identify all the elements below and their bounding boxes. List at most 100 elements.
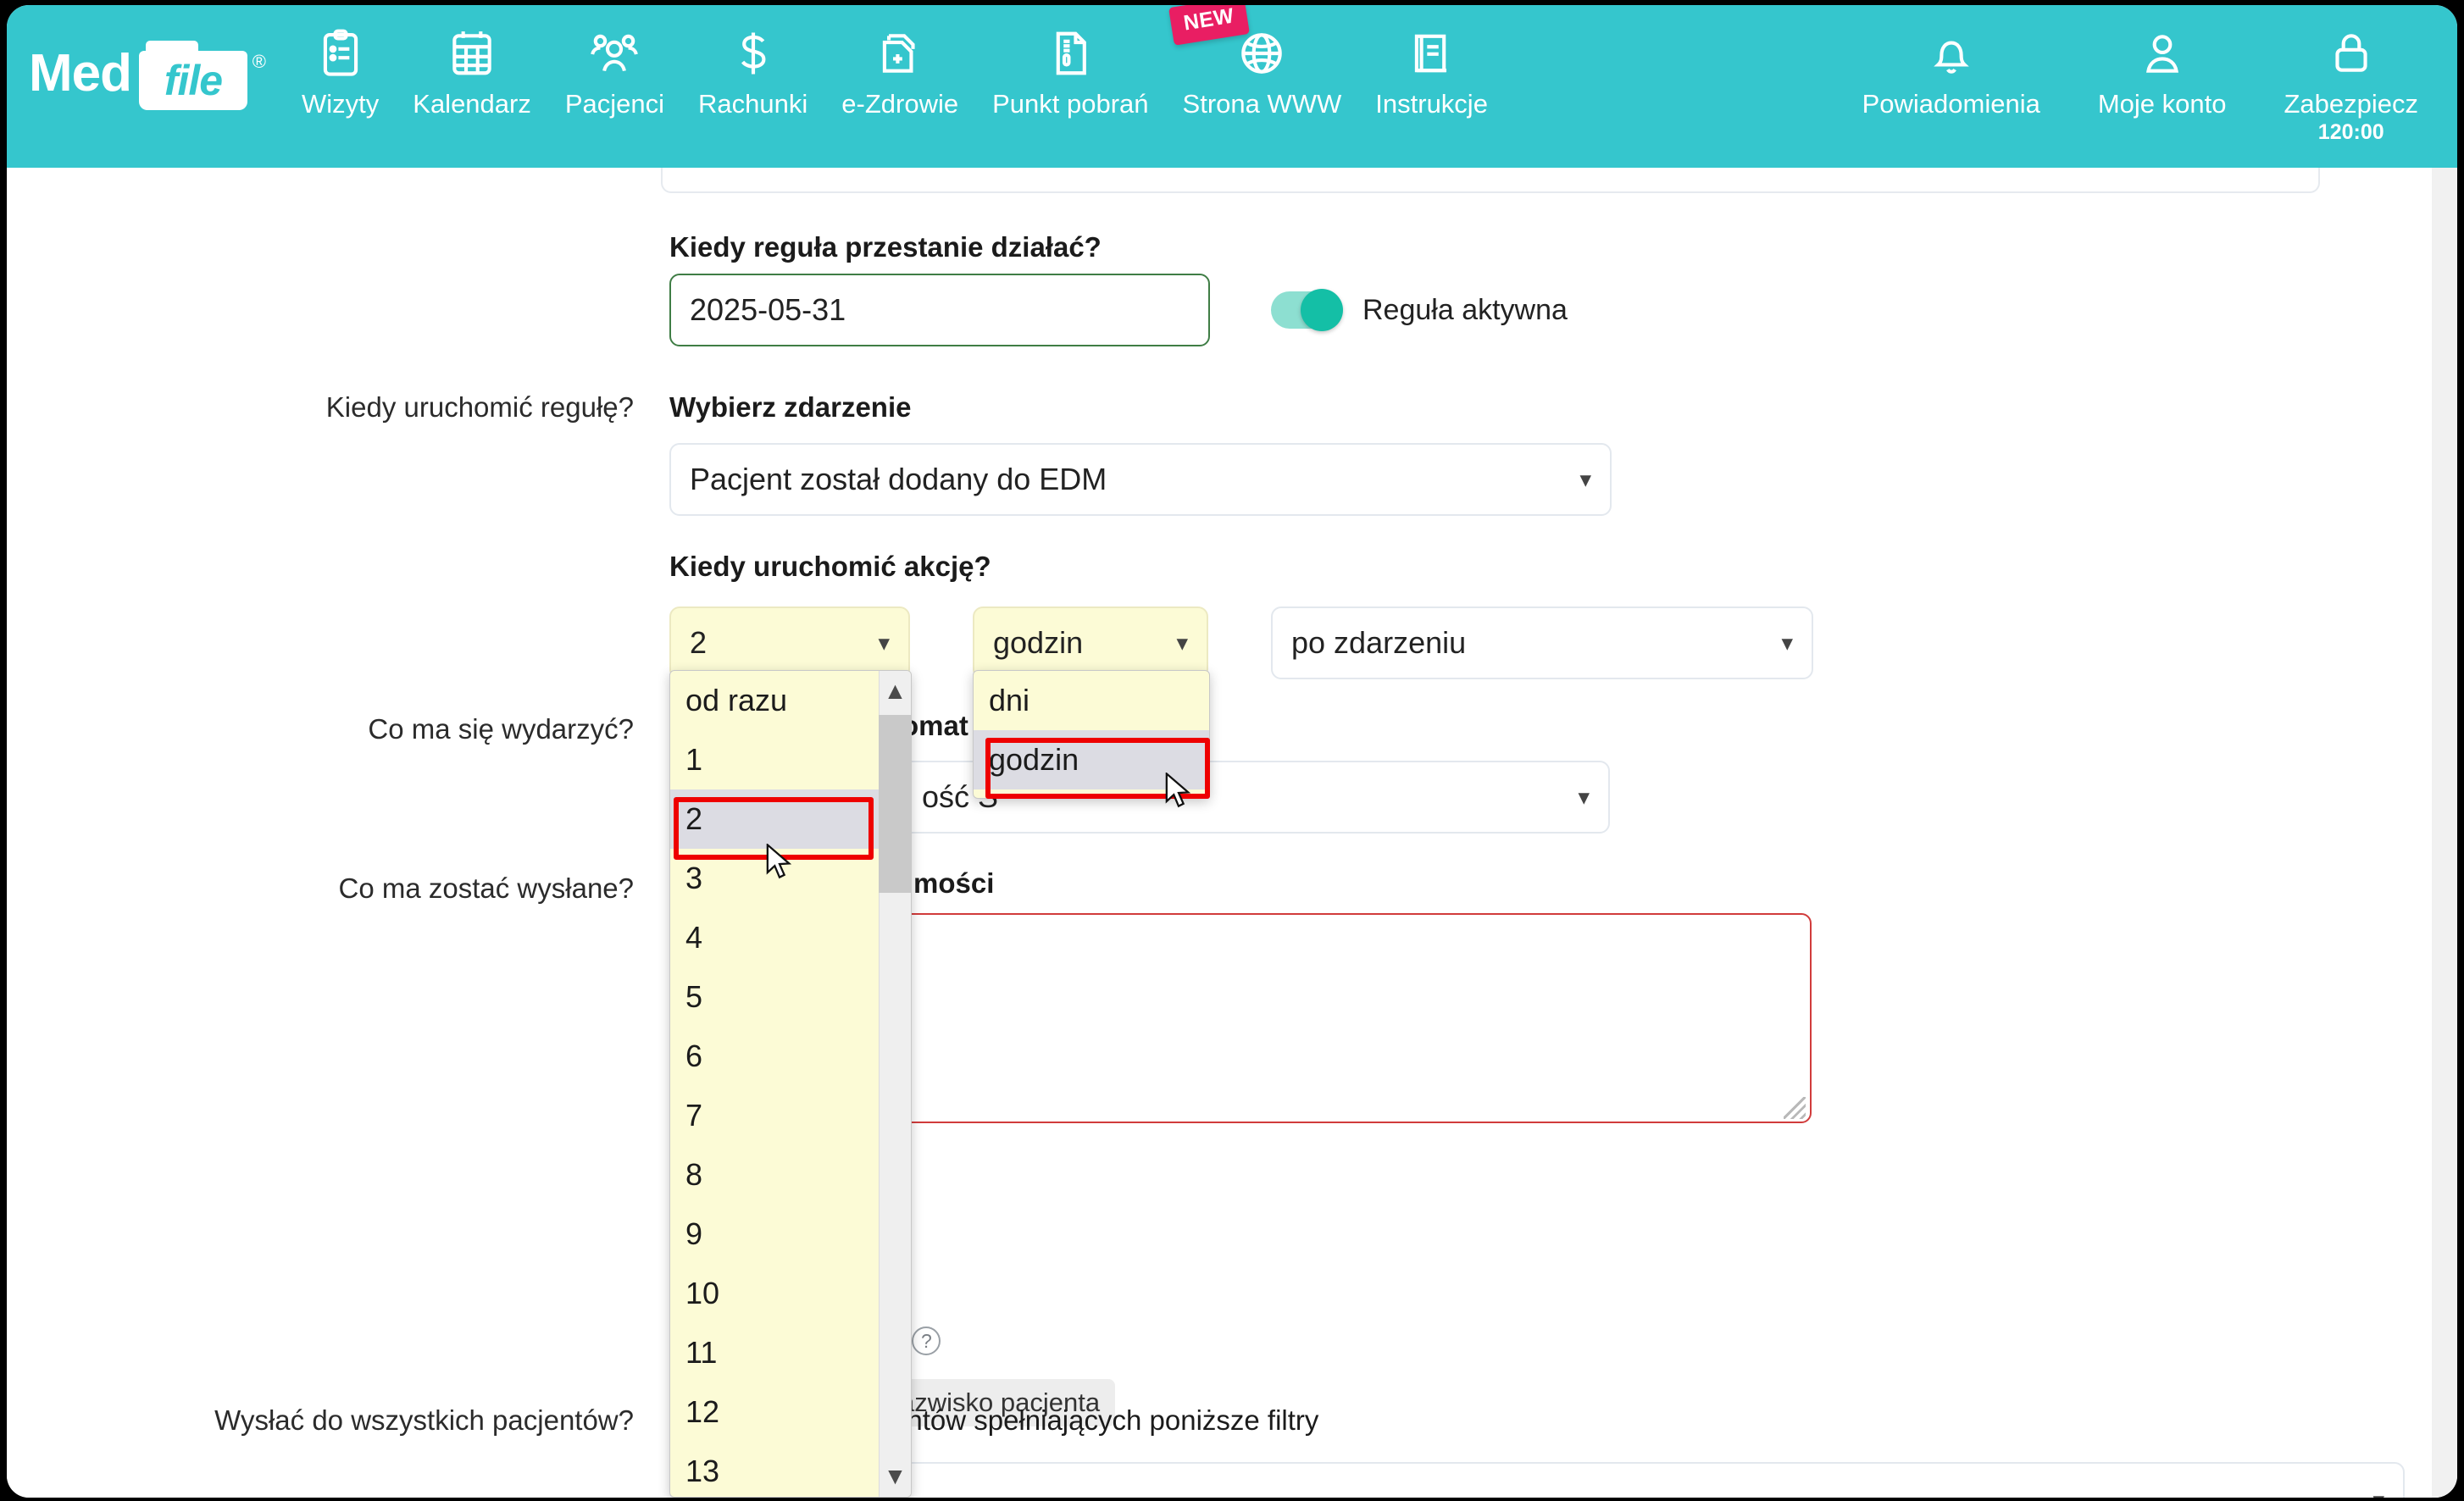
side-label-what-happens: Co ma się wydarzyć? [368,713,634,745]
book-icon [1406,27,1458,80]
browser-page: Med file ® Wizyty Kalendarz Pacjenci Rac… [7,5,2457,1498]
logo-registered-mark: ® [252,51,266,72]
mouse-cursor-unit [1164,771,1193,811]
nav-items: Wizyty Kalendarz Pacjenci Rachunki e-Zdr… [285,5,1834,168]
user-icon [2136,27,2189,80]
dropdown-options: od razu 1 2 3 4 5 6 7 8 9 10 11 12 13 [670,671,911,1497]
dropdown-option[interactable]: 9 [670,1205,911,1264]
chevron-down-icon: ▾ [878,629,890,656]
dropdown-option[interactable]: 4 [670,908,911,967]
action-amount-value: 2 [690,625,708,660]
nav-label: Pacjenci [564,89,665,119]
dropdown-options: dni godzin [974,671,1209,789]
logo-text-med: Med [29,44,132,102]
nav-item-strona-www[interactable]: NEW Strona WWW [1166,5,1359,119]
action-relation-value: po zdarzeniu [1291,625,1467,660]
nav-item-punkt-pobran[interactable]: Punkt pobrań [975,5,1165,119]
nav-item-rachunki[interactable]: Rachunki [681,5,824,119]
dropdown-option[interactable]: 7 [670,1086,911,1145]
chevron-down-icon: ▾ [1578,784,1590,810]
question-mark-icon[interactable]: ? [912,1327,941,1355]
action-unit-select[interactable]: godzin ▾ [973,606,1208,679]
screen: Med file ® Wizyty Kalendarz Pacjenci Rac… [0,0,2464,1501]
document-icon [1044,27,1096,80]
scrolled-field-stub [661,168,2320,193]
event-select-value: Pacjent został dodany do EDM [690,462,1107,496]
nav-label: Powiadomienia [1862,89,2040,119]
rule-active-toggle-wrap: Reguła aktywna [1271,289,1568,331]
dollar-icon [727,27,780,80]
field-label-end-date: Kiedy reguła przestanie działać? [669,231,1102,263]
page-scrollbar[interactable] [2432,168,2457,1498]
side-label-what-sent: Co ma zostać wysłane? [338,872,634,904]
nav-label: Strona WWW [1182,89,1342,119]
nav-item-e-zdrowie[interactable]: e-Zdrowie [824,5,975,119]
nav-item-kalendarz[interactable]: Kalendarz [396,5,548,119]
clipboard-icon [314,27,367,80]
event-select[interactable]: Pacjent został dodany do EDM ▾ [669,443,1612,516]
dropdown-option[interactable]: dni [974,671,1209,730]
nav-label: e-Zdrowie [841,89,959,119]
nav-right-items: Powiadomienia Moje konto Zabezpiecz 120:… [1834,5,2447,145]
field-label-select-event: Wybierz zdarzenie [669,391,912,423]
dropdown-option[interactable]: 10 [670,1264,911,1323]
mouse-cursor-amount [765,842,794,883]
nav-item-moje-konto[interactable]: Moje konto [2069,5,2256,119]
dropdown-option[interactable]: 1 [670,730,911,789]
rule-active-label: Reguła aktywna [1362,293,1568,326]
nav-label: Instrukcje [1375,89,1488,119]
nav-item-zabezpiecz[interactable]: Zabezpiecz 120:00 [2255,5,2447,145]
dropdown-option[interactable]: 8 [670,1145,911,1205]
chevron-down-icon: ▾ [1579,466,1591,492]
medical-file-icon [874,27,926,80]
toggle-knob [1301,289,1343,331]
chevron-down-icon: ▾ [1781,629,1793,656]
users-icon [588,27,641,80]
nav-label: Kalendarz [413,89,531,119]
dropdown-scroll-thumb[interactable] [879,715,911,893]
chevron-down-icon[interactable]: ▼ [884,1456,907,1497]
session-timer: 120:00 [2317,120,2384,145]
nav-label: Punkt pobrań [992,89,1149,119]
dropdown-option[interactable]: 2 [670,789,911,849]
nav-label: Wizyty [302,89,380,119]
action-unit-value: godzin [993,625,1084,660]
filters-select[interactable]: ▾ [888,1462,2405,1498]
chevron-down-icon: ▾ [1176,629,1188,656]
medfile-logo[interactable]: Med file ® [29,37,266,110]
chevron-down-icon: ▾ [2372,1487,2384,1498]
top-navigation-bar: Med file ® Wizyty Kalendarz Pacjenci Rac… [7,5,2457,168]
dropdown-option[interactable]: 12 [670,1382,911,1442]
globe-icon [1235,27,1288,80]
amount-dropdown-list[interactable]: ▲ ▼ od razu 1 2 3 4 5 6 7 8 9 10 11 12 13 [669,670,912,1498]
field-label-trigger-action: Kiedy uruchomić akcję? [669,551,991,582]
end-date-input[interactable]: 2025-05-31 [669,274,1210,346]
dropdown-option[interactable]: 13 [670,1442,911,1497]
chevron-up-icon[interactable]: ▲ [884,671,907,712]
message-textarea[interactable] [902,913,1812,1123]
resize-grip[interactable] [1784,1097,1806,1119]
bell-icon [1925,27,1978,80]
nav-item-wizyty[interactable]: Wizyty [285,5,396,119]
nav-label: Rachunki [698,89,808,119]
dropdown-option[interactable]: 11 [670,1323,911,1382]
dropdown-option[interactable]: od razu [670,671,911,730]
form-content: Kiedy reguła przestanie działać? 2025-05… [7,168,2457,1498]
dropdown-option[interactable]: 6 [670,1027,911,1086]
nav-item-powiadomienia[interactable]: Powiadomienia [1834,5,2069,119]
side-label-recipients: Wysłać do wszystkich pacjentów? [214,1404,634,1436]
nav-item-pacjenci[interactable]: Pacjenci [548,5,681,119]
nav-label: Zabezpiecz [2284,89,2418,119]
end-date-value: 2025-05-31 [690,292,846,327]
recipients-label-fragment: entów spełniających poniższe filtry [891,1404,1319,1436]
field-label-message-fragment: mości [913,867,995,899]
logo-folder-icon: file [139,37,247,110]
rule-active-toggle[interactable] [1271,289,1343,331]
lock-icon [2325,27,2378,80]
side-label-trigger-rule: Kiedy uruchomić regułę? [325,391,634,423]
logo-text-file: file [164,57,223,104]
action-amount-select[interactable]: 2 ▾ [669,606,910,679]
action-relation-select[interactable]: po zdarzeniu ▾ [1271,606,1813,679]
dropdown-option[interactable]: 5 [670,967,911,1027]
nav-item-instrukcje[interactable]: Instrukcje [1358,5,1505,119]
